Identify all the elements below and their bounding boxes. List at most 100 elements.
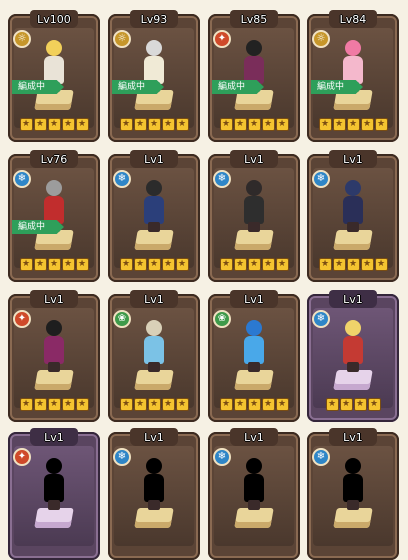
character-card[interactable]: Lv1 ❄ xyxy=(307,428,399,560)
star-icon: ★ xyxy=(61,398,75,411)
star-icon: ★ xyxy=(75,258,89,271)
star-rating: ★ ★ ★ ★ ★ xyxy=(218,398,290,414)
level-label: Lv1 xyxy=(343,431,363,444)
star-icon: ★ xyxy=(19,258,33,271)
star-icon: ★ xyxy=(161,258,175,271)
light-element-icon: ☼ xyxy=(113,30,131,48)
star-icon: ★ xyxy=(61,258,75,271)
level-label: Lv76 xyxy=(40,153,68,166)
character-card[interactable]: Lv84 ☼ 編成中 ★ ★ ★ ★ ★ xyxy=(307,10,399,142)
star-icon: ★ xyxy=(47,258,61,271)
star-icon: ★ xyxy=(353,398,367,411)
pedestal xyxy=(234,508,274,528)
star-icon: ★ xyxy=(161,118,175,131)
star-icon: ★ xyxy=(33,258,47,271)
character-card[interactable]: Lv1 ❀ ★ ★ ★ ★ ★ xyxy=(108,290,200,422)
star-icon: ★ xyxy=(119,398,133,411)
star-rating: ★ ★ ★ ★ ★ xyxy=(317,258,389,274)
star-icon: ★ xyxy=(374,118,388,131)
star-icon: ★ xyxy=(339,398,353,411)
star-icon: ★ xyxy=(133,258,147,271)
star-icon: ★ xyxy=(19,398,33,411)
star-icon: ★ xyxy=(275,398,289,411)
water-element-icon: ❄ xyxy=(113,448,131,466)
in-party-badge: 編成中 xyxy=(12,220,64,234)
character-card[interactable]: Lv1 ❄ xyxy=(208,428,300,560)
character-card[interactable]: Lv100 ☼ 編成中 ★ ★ ★ ★ ★ xyxy=(8,10,100,142)
character-sprite xyxy=(38,458,70,510)
star-icon: ★ xyxy=(133,118,147,131)
star-rating: ★ ★ ★ ★ ★ xyxy=(118,118,190,134)
character-card[interactable]: Lv1 ❄ ★ ★ ★ ★ ★ xyxy=(307,150,399,282)
pedestal xyxy=(134,370,174,390)
level-label: Lv1 xyxy=(244,293,264,306)
character-sprite xyxy=(337,180,369,232)
water-element-icon: ❄ xyxy=(312,310,330,328)
star-icon: ★ xyxy=(119,258,133,271)
character-card[interactable]: Lv1 ❄ ★ ★ ★ ★ ★ xyxy=(208,150,300,282)
star-icon: ★ xyxy=(360,118,374,131)
star-icon: ★ xyxy=(19,118,33,131)
star-icon: ★ xyxy=(247,398,261,411)
star-icon: ★ xyxy=(346,258,360,271)
character-sprite xyxy=(138,458,170,510)
in-party-badge: 編成中 xyxy=(112,80,164,94)
star-icon: ★ xyxy=(233,118,247,131)
character-sprite xyxy=(238,458,270,510)
in-party-badge: 編成中 xyxy=(212,80,264,94)
character-card[interactable]: Lv1 ✦ ★ ★ ★ ★ ★ xyxy=(8,290,100,422)
star-icon: ★ xyxy=(332,118,346,131)
character-card[interactable]: Lv76 ❄ 編成中 ★ ★ ★ ★ ★ xyxy=(8,150,100,282)
star-icon: ★ xyxy=(374,258,388,271)
star-icon: ★ xyxy=(275,118,289,131)
pedestal xyxy=(333,230,373,250)
pedestal xyxy=(234,370,274,390)
star-icon: ★ xyxy=(219,258,233,271)
star-icon: ★ xyxy=(147,398,161,411)
water-element-icon: ❄ xyxy=(13,170,31,188)
star-icon: ★ xyxy=(346,118,360,131)
star-icon: ★ xyxy=(360,258,374,271)
character-card[interactable]: Lv85 ✦ 編成中 ★ ★ ★ ★ ★ xyxy=(208,10,300,142)
character-sprite xyxy=(138,180,170,232)
character-card[interactable]: Lv1 ❄ ★ ★ ★ ★ ★ xyxy=(108,150,200,282)
wind-element-icon: ❀ xyxy=(113,310,131,328)
star-icon: ★ xyxy=(261,118,275,131)
star-icon: ★ xyxy=(247,118,261,131)
star-icon: ★ xyxy=(233,258,247,271)
character-card[interactable]: Lv1 ❄ xyxy=(108,428,200,560)
character-sprite xyxy=(337,320,369,372)
level-label: Lv93 xyxy=(140,13,168,26)
star-icon: ★ xyxy=(275,258,289,271)
wind-element-icon: ❀ xyxy=(213,310,231,328)
star-icon: ★ xyxy=(33,398,47,411)
star-icon: ★ xyxy=(325,398,339,411)
level-label: Lv1 xyxy=(343,153,363,166)
character-card[interactable]: Lv93 ☼ 編成中 ★ ★ ★ ★ ★ xyxy=(108,10,200,142)
level-label: Lv1 xyxy=(144,293,164,306)
level-label: Lv100 xyxy=(37,13,71,26)
pedestal xyxy=(333,370,373,390)
character-card[interactable]: Lv1 ❄ ★ ★ ★ ★ xyxy=(307,290,399,422)
water-element-icon: ❄ xyxy=(213,448,231,466)
in-party-badge: 編成中 xyxy=(12,80,64,94)
level-label: Lv1 xyxy=(44,431,64,444)
star-icon: ★ xyxy=(261,398,275,411)
fire-element-icon: ✦ xyxy=(13,448,31,466)
light-element-icon: ☼ xyxy=(312,30,330,48)
star-icon: ★ xyxy=(219,118,233,131)
fire-element-icon: ✦ xyxy=(13,310,31,328)
star-icon: ★ xyxy=(147,118,161,131)
star-rating: ★ ★ ★ ★ ★ xyxy=(18,118,90,134)
star-icon: ★ xyxy=(119,118,133,131)
level-label: Lv1 xyxy=(44,293,64,306)
level-label: Lv85 xyxy=(240,13,268,26)
star-icon: ★ xyxy=(261,258,275,271)
in-party-badge: 編成中 xyxy=(311,80,363,94)
water-element-icon: ❄ xyxy=(213,170,231,188)
level-label: Lv1 xyxy=(343,293,363,306)
star-icon: ★ xyxy=(247,258,261,271)
character-card[interactable]: Lv1 ❀ ★ ★ ★ ★ ★ xyxy=(208,290,300,422)
character-card[interactable]: Lv1 ✦ xyxy=(8,428,100,560)
star-icon: ★ xyxy=(147,258,161,271)
